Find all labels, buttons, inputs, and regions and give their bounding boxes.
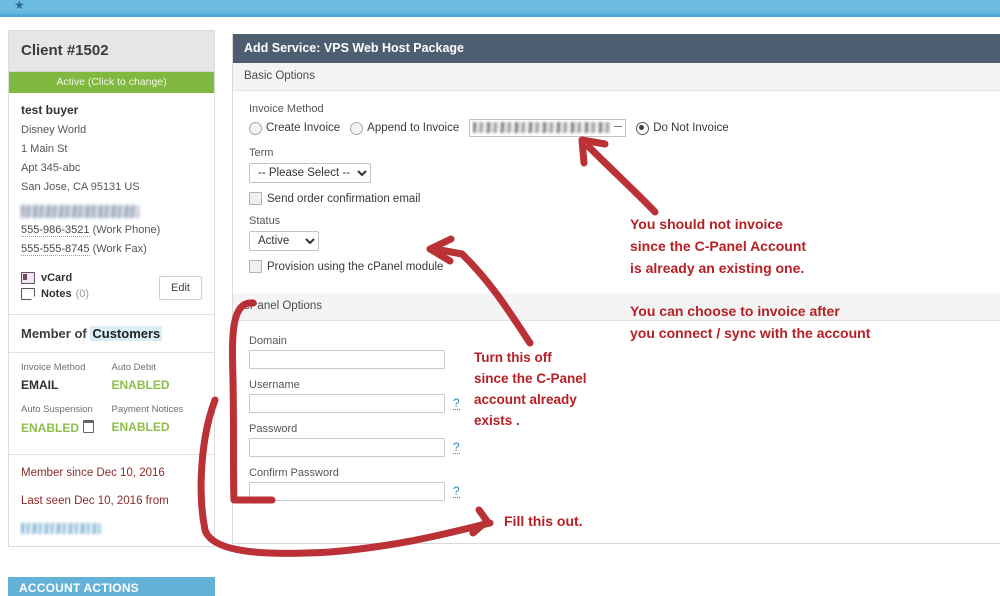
payment-notices-value: ENABLED [111, 420, 170, 434]
confirm-password-input[interactable] [249, 482, 445, 501]
send-confirmation-checkbox[interactable] [249, 192, 262, 205]
member-of-group[interactable]: Customers [90, 326, 163, 341]
redacted-email-text [21, 205, 139, 218]
username-label: Username [249, 379, 300, 391]
invoice-method-value: EMAIL [21, 378, 59, 392]
client-address-block: test buyer Disney World 1 Main St Apt 34… [9, 93, 214, 268]
client-header: Client #1502 [9, 31, 214, 72]
last-seen: Last seen Dec 10, 2016 from [21, 495, 169, 507]
status-select[interactable]: Active [249, 231, 319, 251]
customer-address1: 1 Main St [21, 143, 68, 155]
payment-notices-label: Payment Notices [111, 404, 184, 415]
browser-top-bar-inner [0, 0, 1000, 11]
edit-button[interactable]: Edit [159, 276, 202, 300]
username-field: Username ? [249, 379, 1000, 413]
client-title: Client #1502 [21, 42, 109, 59]
label-append-to-invoice: Append to Invoice [367, 122, 460, 134]
confirm-password-label: Confirm Password [249, 467, 339, 479]
work-fax-type: (Work Fax) [92, 243, 147, 255]
auto-debit-label: Auto Debit [111, 362, 156, 373]
invoice-method-field-label: Invoice Method [249, 103, 324, 115]
append-invoice-select[interactable] [469, 119, 627, 137]
radio-append-to-invoice[interactable] [350, 121, 364, 135]
redacted-ip-address [21, 523, 101, 534]
domain-field: Domain [249, 335, 1000, 369]
invoice-method-radio-group: Create Invoice Append to Invoice Do Not … [249, 119, 1000, 137]
provision-cpanel-checkbox[interactable] [249, 260, 262, 273]
redacted-invoice-option [473, 122, 612, 133]
screenshot-root: ★ Client #1502 Active (Click to change) … [0, 0, 1000, 596]
basic-options-body: Invoice Method Create Invoice Append to … [233, 91, 1000, 293]
work-fax-number[interactable]: 555-555-8745 [21, 243, 90, 256]
domain-input[interactable] [249, 350, 445, 369]
annotation-invoice-after-sync: You can choose to invoice after you conn… [630, 303, 871, 341]
cpanel-options-body: Domain Username ? Password ? Confirm Pas… [233, 321, 1000, 543]
bookmark-star-icon[interactable]: ★ [14, 0, 25, 11]
calendar-icon [83, 420, 95, 433]
radio-create-invoice[interactable] [249, 121, 262, 135]
send-confirmation-row[interactable]: Send order confirmation email [249, 192, 1000, 205]
term-field-label: Term [249, 147, 274, 159]
annotation-turn-this-off: Turn this off since the C-Panel account … [474, 350, 587, 428]
password-input[interactable] [249, 438, 445, 457]
customer-city-state-zip: San Jose, CA 95131 US [21, 181, 140, 193]
account-actions-header[interactable]: ACCOUNT ACTIONS [8, 577, 215, 596]
confirm-password-help-icon[interactable]: ? [453, 485, 460, 498]
customer-name: test buyer [21, 103, 79, 117]
send-confirmation-label: Send order confirmation email [267, 192, 421, 205]
note-icon [21, 288, 35, 300]
member-since: Member since Dec 10, 2016 [21, 467, 165, 479]
status-field-label: Status [249, 215, 281, 227]
member-of-row: Member of Customers [9, 315, 214, 353]
customer-address2: Apt 345-abc [21, 162, 81, 174]
annotation-do-not-invoice: You should not invoice since the C-Panel… [630, 216, 807, 276]
term-select[interactable]: -- Please Select -- [249, 163, 371, 183]
auto-debit-value: ENABLED [111, 378, 170, 392]
confirm-password-field: Confirm Password ? [249, 467, 1000, 501]
phone-row: 555-555-8745 (Work Fax) [21, 243, 202, 256]
chevron-down-icon [614, 126, 623, 127]
username-help-icon[interactable]: ? [453, 397, 460, 410]
radio-do-not-invoice[interactable] [636, 121, 650, 135]
browser-top-bar-divider [0, 14, 1000, 17]
browser-top-bar: ★ [0, 0, 1000, 14]
panel-title: Add Service: VPS Web Host Package [233, 34, 1000, 63]
password-help-icon[interactable]: ? [453, 441, 460, 454]
auto-suspension-value: ENABLED [21, 420, 112, 444]
password-field: Password ? [249, 423, 1000, 457]
member-of-prefix: Member of [21, 326, 87, 341]
provision-cpanel-label: Provision using the cPanel module [267, 260, 444, 273]
client-quick-links: vCard Notes (0) Edit [9, 268, 214, 314]
vcard-icon [21, 272, 35, 284]
invoice-method-label: Invoice Method [21, 362, 86, 373]
client-sidebar: Client #1502 Active (Click to change) te… [8, 30, 215, 547]
phone-row: 555-986-3521 (Work Phone) [21, 224, 202, 237]
customer-company: Disney World [21, 124, 87, 136]
annotation-fill-this-out: Fill this out. [504, 513, 583, 529]
add-service-panel: Add Service: VPS Web Host Package Basic … [232, 34, 1000, 544]
domain-label: Domain [249, 335, 287, 347]
provision-cpanel-row[interactable]: Provision using the cPanel module [249, 260, 1000, 273]
notes-count: (0) [75, 288, 90, 300]
client-status-toggle[interactable]: Active (Click to change) [9, 72, 214, 93]
membership-info: Member since Dec 10, 2016 Last seen Dec … [9, 454, 214, 546]
cpanel-options-header: cPanel Options [233, 293, 1000, 321]
work-phone-type: (Work Phone) [92, 224, 161, 236]
username-input[interactable] [249, 394, 445, 413]
vcard-label: vCard [41, 272, 73, 284]
password-label: Password [249, 423, 298, 435]
work-phone-number[interactable]: 555-986-3521 [21, 224, 90, 237]
basic-options-header: Basic Options [233, 63, 1000, 91]
auto-suspension-label: Auto Suspension [21, 404, 93, 415]
client-settings-grid: Invoice Method Auto Debit EMAIL ENABLED … [9, 353, 214, 454]
notes-label: Notes [41, 288, 72, 300]
auto-suspension-text: ENABLED [21, 421, 80, 435]
label-do-not-invoice: Do Not Invoice [653, 122, 729, 134]
label-create-invoice: Create Invoice [266, 122, 341, 134]
